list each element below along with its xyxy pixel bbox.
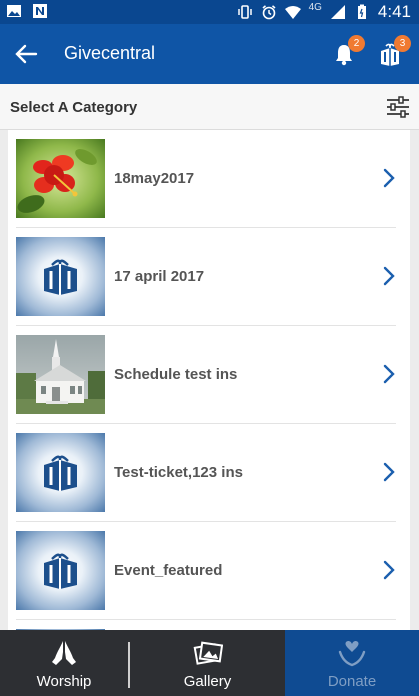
category-item[interactable] bbox=[8, 620, 410, 630]
flower-photo bbox=[16, 139, 105, 218]
image-notification-icon bbox=[7, 5, 21, 17]
category-item-label: 18may2017 bbox=[114, 170, 195, 187]
givecentral-logo bbox=[44, 455, 77, 491]
nav-worship-label: Worship bbox=[36, 673, 92, 690]
filter-button[interactable] bbox=[385, 94, 411, 120]
nav-donate[interactable]: Donate bbox=[285, 630, 419, 696]
vibrate-icon bbox=[237, 5, 252, 19]
category-thumbnail bbox=[16, 433, 105, 512]
category-item-label: Event_featured bbox=[114, 562, 223, 579]
gift-badge: 3 bbox=[394, 35, 411, 52]
back-button[interactable] bbox=[12, 40, 40, 68]
notification-badge: 2 bbox=[348, 35, 365, 52]
page-title: Givecentral bbox=[64, 43, 156, 63]
category-item-label: 17 april 2017 bbox=[114, 268, 205, 285]
chevron-right-icon bbox=[383, 364, 395, 384]
app-bar: Givecentral 2 3 bbox=[0, 24, 419, 84]
category-thumbnail bbox=[16, 139, 105, 218]
category-thumbnail bbox=[16, 237, 105, 316]
category-item[interactable]: 18may2017 bbox=[8, 130, 410, 228]
status-bar: 4G 4:41 bbox=[0, 0, 419, 24]
nav-gallery-label: Gallery bbox=[183, 673, 232, 690]
network-type: 4G bbox=[308, 1, 322, 13]
chevron-right-icon bbox=[383, 168, 395, 188]
signal-icon bbox=[330, 5, 345, 19]
nav-worship[interactable]: Worship bbox=[0, 630, 128, 696]
alarm-icon bbox=[262, 5, 276, 20]
arrow-left-icon bbox=[15, 44, 38, 64]
gallery-icon bbox=[193, 641, 223, 665]
category-item-label: Schedule test ins bbox=[114, 366, 238, 383]
bottom-navigation: Worship Gallery Donate bbox=[0, 630, 419, 696]
category-item[interactable]: Schedule test ins bbox=[8, 326, 410, 424]
chevron-right-icon bbox=[383, 560, 395, 580]
category-item[interactable]: Event_featured bbox=[8, 522, 410, 620]
category-list: 18may2017 17 april 2017 Schedule test in… bbox=[8, 130, 410, 630]
chevron-right-icon bbox=[383, 462, 395, 482]
category-item[interactable]: 17 april 2017 bbox=[8, 228, 410, 326]
heart-hand-icon bbox=[338, 640, 366, 667]
category-item-label: Test-ticket,123 ins bbox=[114, 464, 243, 481]
notifications-button[interactable]: 2 bbox=[329, 35, 365, 69]
nav-gallery[interactable]: Gallery bbox=[130, 630, 285, 696]
gift-button[interactable]: 3 bbox=[375, 35, 411, 69]
givecentral-logo bbox=[44, 553, 77, 589]
praying-hands-icon bbox=[52, 641, 76, 665]
category-item[interactable]: Test-ticket,123 ins bbox=[8, 424, 410, 522]
church-photo bbox=[16, 335, 105, 414]
battery-icon bbox=[357, 4, 366, 19]
category-thumbnail bbox=[16, 335, 105, 414]
nav-donate-label: Donate bbox=[327, 673, 377, 690]
clock: 4:41 bbox=[377, 2, 411, 21]
category-thumbnail bbox=[16, 531, 105, 610]
category-header-title: Select A Category bbox=[10, 99, 138, 116]
n-notification-icon bbox=[33, 4, 47, 18]
chevron-right-icon bbox=[383, 266, 395, 286]
category-header: Select A Category bbox=[0, 84, 419, 130]
sliders-icon bbox=[387, 96, 409, 118]
givecentral-logo bbox=[44, 259, 77, 295]
wifi-icon bbox=[284, 6, 301, 19]
